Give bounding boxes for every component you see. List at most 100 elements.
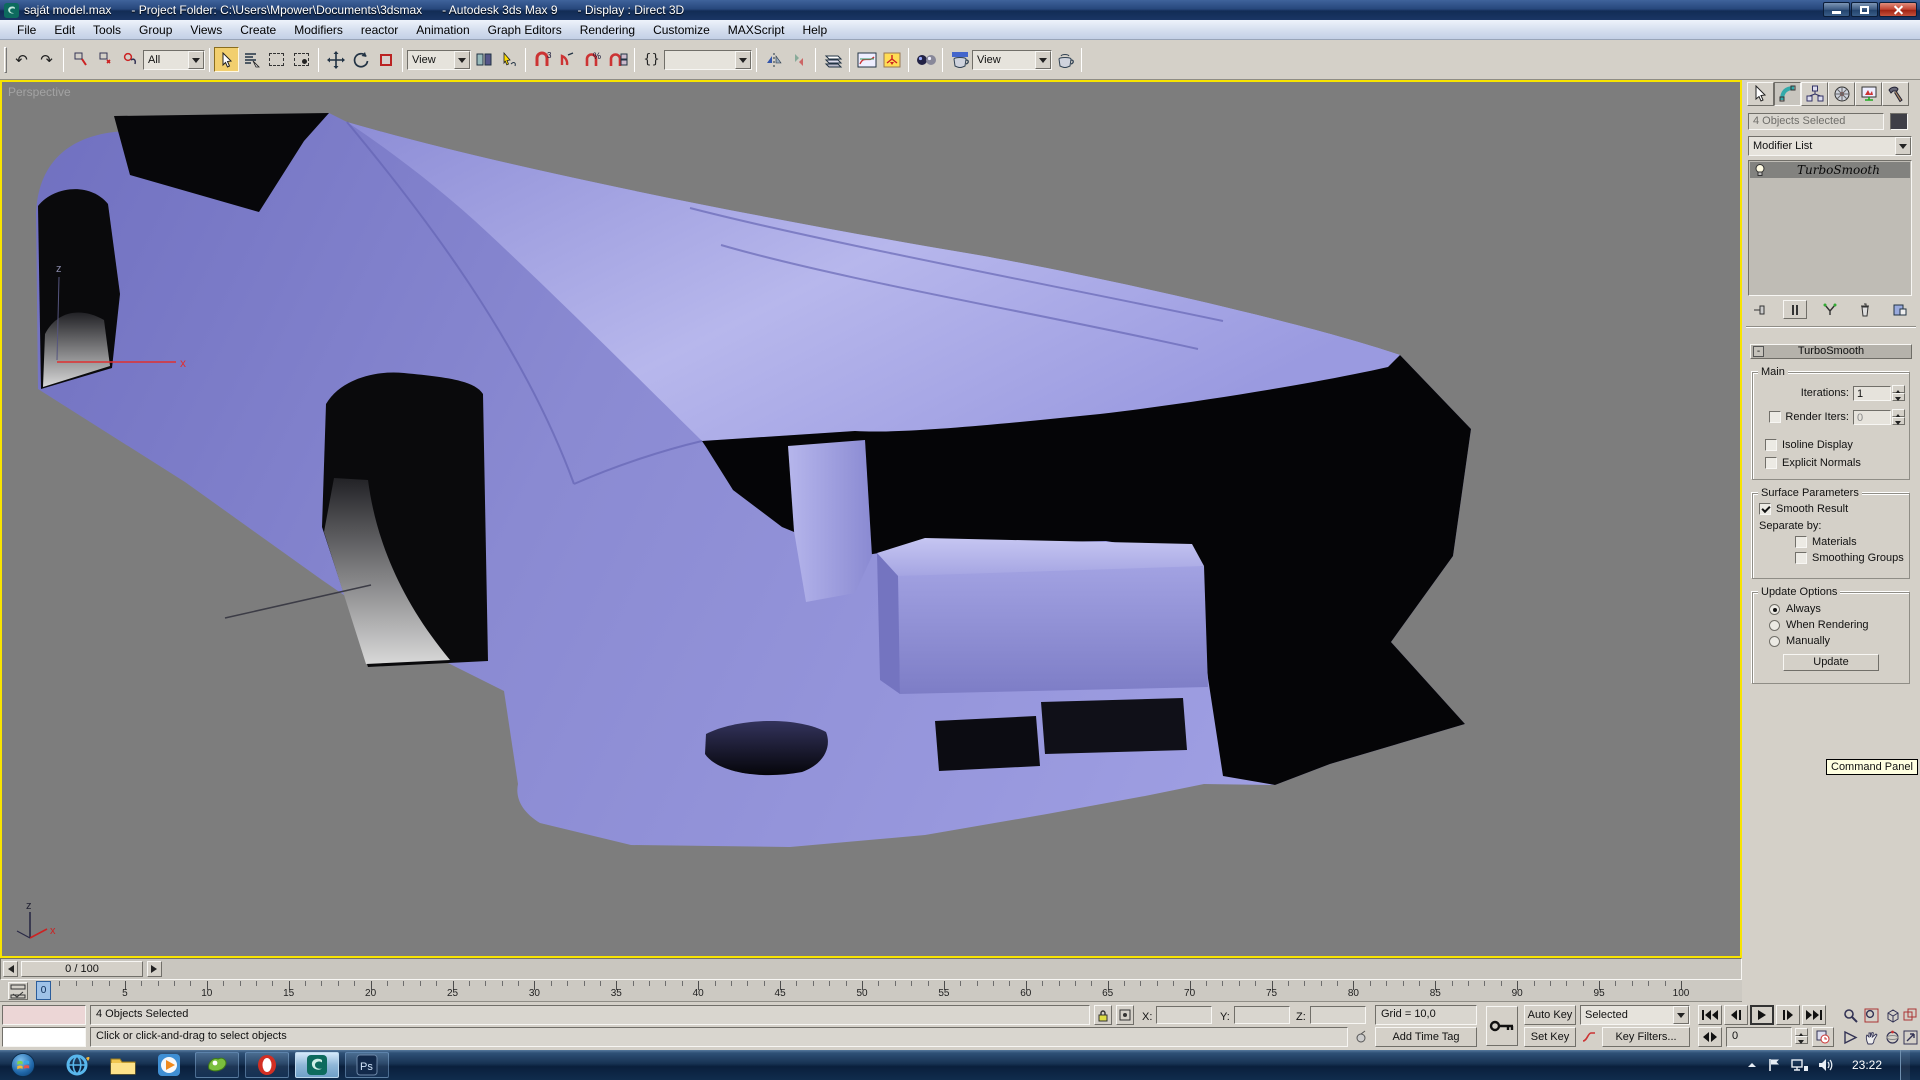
track-bar-thumb[interactable]: 0 <box>36 981 51 1000</box>
auto-key-button[interactable]: Auto Key <box>1524 1005 1576 1025</box>
dropdown-arrow-icon[interactable] <box>1895 137 1911 155</box>
macro-recorder-field[interactable] <box>2 1005 86 1025</box>
tab-display[interactable] <box>1855 82 1882 106</box>
render-scene-icon[interactable] <box>947 47 972 72</box>
tab-hierarchy[interactable] <box>1801 82 1828 106</box>
modifier-stack[interactable]: TurboSmooth <box>1748 160 1912 296</box>
menu-tools[interactable]: Tools <box>84 21 130 39</box>
tab-motion[interactable] <box>1828 82 1855 106</box>
toolbar-grip[interactable] <box>4 47 7 73</box>
show-end-result-icon[interactable] <box>1783 300 1807 319</box>
explicit-normals-checkbox[interactable] <box>1765 457 1777 469</box>
show-desktop-button[interactable] <box>1900 1050 1910 1080</box>
remove-modifier-icon[interactable] <box>1853 300 1877 319</box>
go-to-start-button[interactable] <box>1698 1005 1722 1025</box>
redo-icon[interactable]: ↷ <box>34 47 59 72</box>
set-keys-button[interactable] <box>1486 1006 1518 1046</box>
reference-coordinate-dropdown[interactable]: View <box>407 50 471 70</box>
select-by-name-icon[interactable] <box>239 47 264 72</box>
menu-grapheditors[interactable]: Graph Editors <box>479 21 571 39</box>
y-coord-field[interactable] <box>1234 1006 1290 1024</box>
isoline-display-checkbox[interactable] <box>1765 439 1777 451</box>
select-and-manipulate-icon[interactable] <box>496 47 521 72</box>
render-type-dropdown[interactable]: View <box>972 50 1052 70</box>
rollout-collapse-icon[interactable]: - <box>1753 346 1764 357</box>
pan-hand-icon[interactable] <box>1861 1027 1881 1047</box>
zoom-all-icon[interactable] <box>1861 1005 1881 1025</box>
make-unique-icon[interactable] <box>1818 300 1842 319</box>
zoom-extents-icon[interactable] <box>1882 1005 1902 1025</box>
schematic-view-icon[interactable] <box>879 47 904 72</box>
quick-render-icon[interactable] <box>1052 47 1077 72</box>
materials-checkbox[interactable] <box>1795 536 1807 548</box>
unlink-selection-icon[interactable] <box>93 47 118 72</box>
z-coord-field[interactable] <box>1310 1006 1366 1024</box>
communicator-icon[interactable] <box>1352 1027 1370 1047</box>
selection-filter-dropdown[interactable]: All <box>143 50 205 70</box>
close-button[interactable] <box>1879 2 1917 17</box>
turbosmooth-rollout-header[interactable]: - TurboSmooth <box>1750 344 1912 359</box>
zoom-tool-icon[interactable] <box>1840 1005 1860 1025</box>
object-name-field[interactable]: 4 Objects Selected <box>1748 113 1884 130</box>
taskbar-clock[interactable]: 23:22 <box>1852 1058 1882 1072</box>
undo-icon[interactable]: ↶ <box>9 47 34 72</box>
manually-radio[interactable] <box>1769 636 1780 647</box>
render-iters-checkbox[interactable] <box>1769 411 1781 423</box>
maxscript-listener-field[interactable] <box>2 1027 86 1047</box>
rectangular-selection-region-icon[interactable] <box>264 47 289 72</box>
time-configuration-button[interactable] <box>1812 1027 1834 1047</box>
percent-snap-icon[interactable]: % <box>580 47 605 72</box>
smooth-result-checkbox[interactable] <box>1759 503 1771 515</box>
taskbar-opera-button[interactable] <box>245 1052 289 1078</box>
smoothing-groups-checkbox[interactable] <box>1795 552 1807 564</box>
dropdown-arrow-icon[interactable] <box>1035 51 1051 69</box>
menu-animation[interactable]: Animation <box>407 21 478 39</box>
tab-modify[interactable] <box>1774 82 1801 106</box>
taskbar-photoshop-button[interactable]: Ps <box>345 1052 389 1078</box>
arc-rotate-icon[interactable] <box>1882 1027 1902 1047</box>
perspective-viewport[interactable]: z x z x Perspective <box>0 80 1742 958</box>
tab-create[interactable] <box>1747 82 1774 106</box>
update-button[interactable]: Update <box>1783 654 1879 671</box>
set-key-button[interactable]: Set Key <box>1524 1027 1576 1047</box>
select-and-link-icon[interactable] <box>68 47 93 72</box>
align-icon[interactable] <box>786 47 811 72</box>
track-bar-ruler[interactable]: 0510152025303540455055606570758085909510… <box>0 980 1742 1001</box>
taskbar-media-player-icon[interactable] <box>152 1052 186 1078</box>
key-mode-toggle[interactable] <box>1698 1027 1722 1047</box>
dropdown-arrow-icon[interactable] <box>735 51 751 69</box>
menu-views[interactable]: Views <box>181 21 231 39</box>
menu-maxscript[interactable]: MAXScript <box>719 21 794 39</box>
curve-editor-icon[interactable] <box>854 47 879 72</box>
render-iters-spinner[interactable] <box>1892 409 1905 425</box>
tray-expand-icon[interactable] <box>1746 1060 1758 1070</box>
select-and-scale-icon[interactable] <box>373 47 398 72</box>
menu-reactor[interactable]: reactor <box>352 21 407 39</box>
iterations-field[interactable]: 1 <box>1853 386 1891 401</box>
modifier-lightbulb-icon[interactable] <box>1753 163 1767 177</box>
maximize-button[interactable] <box>1851 2 1878 17</box>
menu-modifiers[interactable]: Modifiers <box>285 21 352 39</box>
taskbar-messenger-button[interactable] <box>195 1052 239 1078</box>
menu-create[interactable]: Create <box>231 21 285 39</box>
material-editor-icon[interactable] <box>913 47 938 72</box>
frame-spinner[interactable] <box>1795 1028 1808 1044</box>
always-radio[interactable] <box>1769 604 1780 615</box>
viewport-label[interactable]: Perspective <box>8 85 71 99</box>
tab-utilities[interactable] <box>1882 82 1909 106</box>
mirror-icon[interactable] <box>761 47 786 72</box>
layer-manager-icon[interactable] <box>820 47 845 72</box>
default-in-out-tangent-icon[interactable] <box>1580 1027 1598 1047</box>
zoom-extents-all-icon[interactable] <box>1900 1005 1920 1025</box>
dropdown-arrow-icon[interactable] <box>1673 1006 1689 1024</box>
go-to-end-button[interactable] <box>1802 1005 1826 1025</box>
menu-customize[interactable]: Customize <box>644 21 719 39</box>
next-frame-button[interactable] <box>1776 1005 1800 1025</box>
add-time-tag-button[interactable]: Add Time Tag <box>1375 1027 1477 1047</box>
absolute-offset-toggle[interactable] <box>1116 1005 1134 1025</box>
taskbar-internet-explorer-icon[interactable] <box>60 1052 94 1078</box>
window-crossing-toggle-icon[interactable] <box>289 47 314 72</box>
configure-modifier-sets-icon[interactable] <box>1888 300 1912 319</box>
menu-rendering[interactable]: Rendering <box>571 21 644 39</box>
network-icon[interactable] <box>1791 1058 1808 1072</box>
